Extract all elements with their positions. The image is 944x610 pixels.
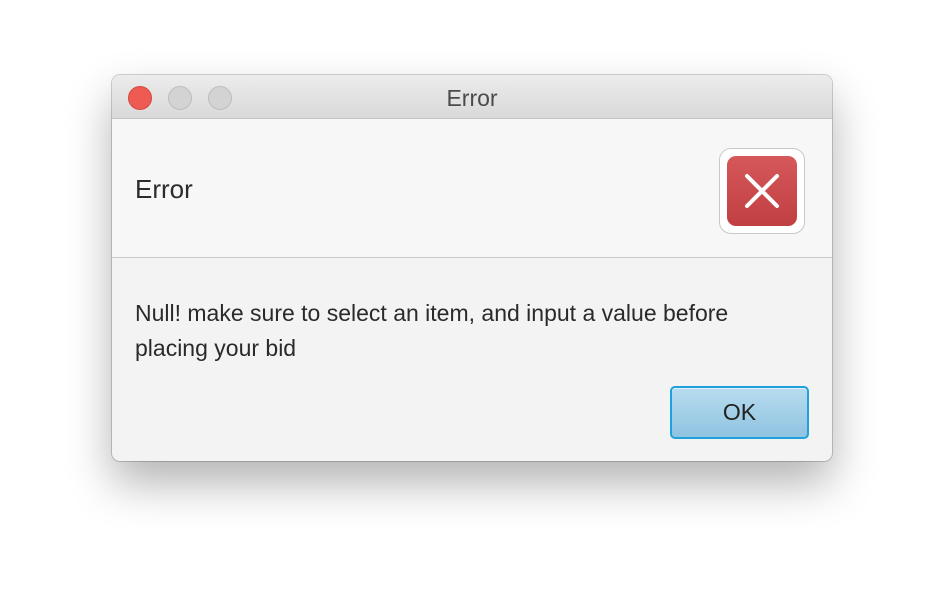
- error-icon-frame: [719, 148, 805, 234]
- dialog-header: Error: [112, 119, 832, 258]
- title-bar[interactable]: Error: [112, 75, 832, 119]
- dialog-header-text: Error: [135, 174, 193, 204]
- dialog-message: Null! make sure to select an item, and i…: [135, 300, 729, 361]
- error-dialog-window: Error Error Null! make sure to select an…: [112, 75, 832, 461]
- error-x-icon: [727, 156, 797, 226]
- ok-button[interactable]: OK: [670, 386, 809, 439]
- window-title: Error: [446, 85, 498, 111]
